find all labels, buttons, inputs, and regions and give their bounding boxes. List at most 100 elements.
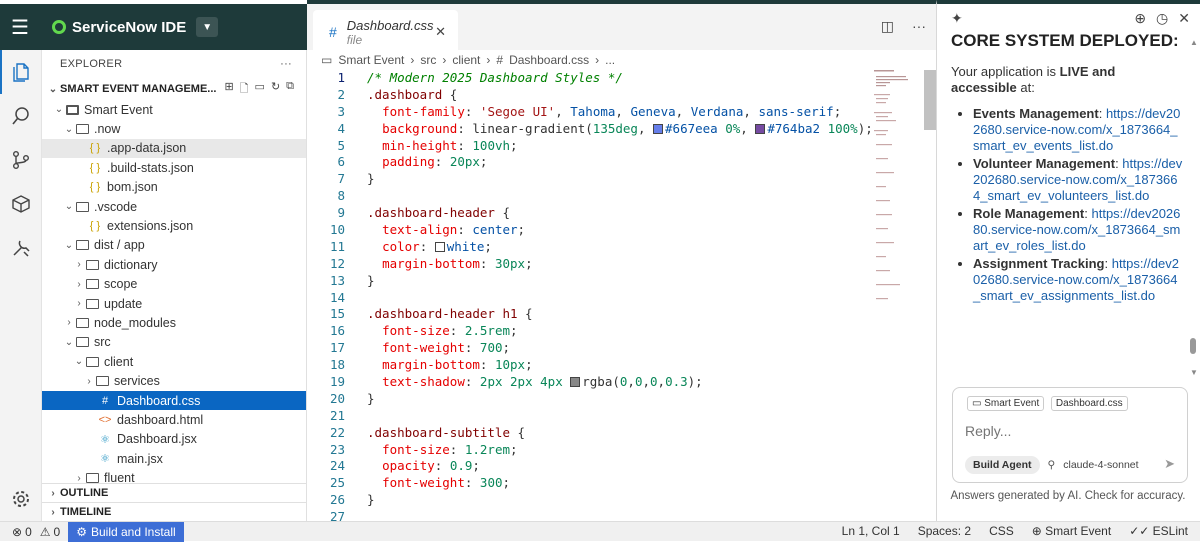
- code-line[interactable]: text-shadow: 2px 2px 4px rgba(0,0,0,0.3)…: [367, 374, 873, 391]
- tree-item[interactable]: › dictionary: [42, 255, 306, 274]
- tree-item[interactable]: { } bom.json: [42, 178, 306, 197]
- code-line[interactable]: .dashboard-header {: [367, 205, 873, 222]
- code-line[interactable]: color: white;: [367, 239, 873, 256]
- tab-dashboard-css[interactable]: # Dashboard.css file ✕: [313, 10, 458, 54]
- code-line[interactable]: padding: 20px;: [367, 154, 873, 171]
- tree-item[interactable]: <> dashboard.html: [42, 410, 306, 429]
- outline-section[interactable]: › OUTLINE: [42, 483, 306, 502]
- settings-gear-icon[interactable]: [0, 477, 42, 521]
- minimap[interactable]: [872, 68, 912, 308]
- split-editor-icon[interactable]: ◫: [881, 18, 894, 35]
- source-control-icon[interactable]: [0, 138, 42, 182]
- error-count[interactable]: 0: [25, 525, 32, 539]
- code-editor[interactable]: 1 2 3 4 5 6 7 8 9 10 11 12 13 14 15 16 17 18 19 20 21 22 23 24 2…: [307, 70, 936, 521]
- breadcrumb-item[interactable]: Dashboard.css: [509, 53, 589, 67]
- code-line[interactable]: text-align: center;: [367, 222, 873, 239]
- tree-item[interactable]: › update: [42, 294, 306, 313]
- code-line[interactable]: background: linear-gradient(135deg, #667…: [367, 121, 873, 138]
- color-swatch[interactable]: [755, 123, 766, 134]
- cube-icon[interactable]: [0, 182, 42, 226]
- close-tab-icon[interactable]: ✕: [435, 24, 446, 40]
- tree-item[interactable]: › services: [42, 371, 306, 390]
- collapse-all-icon[interactable]: ⧉: [286, 80, 294, 99]
- code-line[interactable]: .dashboard {: [367, 87, 873, 104]
- warning-count[interactable]: 0: [54, 525, 61, 539]
- tree-item[interactable]: { } .app-data.json: [42, 138, 306, 159]
- indentation[interactable]: Spaces: 2: [918, 524, 971, 538]
- tree-item[interactable]: ⌄ .now: [42, 119, 306, 138]
- code-line[interactable]: .dashboard-header h1 {: [367, 306, 873, 323]
- code-line[interactable]: font-size: 1.2rem;: [367, 442, 873, 459]
- cursor-position[interactable]: Ln 1, Col 1: [842, 524, 900, 538]
- more-actions-icon[interactable]: ···: [912, 18, 926, 35]
- code-line[interactable]: font-family: 'Segoe UI', Tahoma, Geneva,…: [367, 104, 873, 121]
- color-swatch[interactable]: [570, 377, 581, 388]
- code-line[interactable]: [367, 509, 873, 521]
- tree-item[interactable]: ⚛ Dashboard.jsx: [42, 430, 306, 449]
- tree-item[interactable]: ⌄ src: [42, 333, 306, 352]
- editor-scrollbar[interactable]: [924, 70, 936, 130]
- code-line[interactable]: font-weight: 300;: [367, 475, 873, 492]
- code-line[interactable]: .dashboard-subtitle {: [367, 425, 873, 442]
- color-swatch[interactable]: [434, 241, 445, 252]
- tree-item[interactable]: ⌄ dist / app: [42, 236, 306, 255]
- code-line[interactable]: }: [367, 391, 873, 408]
- breadcrumb-item[interactable]: client: [452, 53, 480, 67]
- code-line[interactable]: }: [367, 273, 873, 290]
- code-line[interactable]: opacity: 0.9;: [367, 458, 873, 475]
- tree-item[interactable]: ⌄ .vscode: [42, 197, 306, 216]
- new-record-icon[interactable]: ⊞: [224, 80, 233, 99]
- color-swatch[interactable]: [653, 123, 664, 134]
- tree-item[interactable]: ⌄ client: [42, 352, 306, 371]
- app-scope[interactable]: ⊕ Smart Event: [1032, 524, 1111, 538]
- warning-icon[interactable]: ⚠: [40, 525, 51, 539]
- eslint-status[interactable]: ✓✓ ESLint: [1129, 524, 1188, 538]
- code-line[interactable]: [367, 408, 873, 425]
- code-line[interactable]: [367, 188, 873, 205]
- breadcrumb-item[interactable]: Smart Event: [338, 53, 404, 67]
- tree-item[interactable]: { } .build-stats.json: [42, 158, 306, 177]
- context-chip[interactable]: ▭ Smart Event: [967, 396, 1045, 411]
- close-icon[interactable]: ✕: [1178, 10, 1190, 27]
- app-dropdown-button[interactable]: ▼: [196, 17, 219, 37]
- new-file-icon[interactable]: 🗋: [240, 80, 249, 99]
- reply-input[interactable]: [965, 423, 1165, 439]
- code-line[interactable]: [367, 290, 873, 307]
- code-line[interactable]: font-weight: 700;: [367, 340, 873, 357]
- code-line[interactable]: }: [367, 171, 873, 188]
- code-line[interactable]: margin-bottom: 30px;: [367, 256, 873, 273]
- context-chip[interactable]: Dashboard.css: [1050, 396, 1128, 411]
- new-folder-icon[interactable]: ▭: [255, 80, 265, 99]
- search-icon[interactable]: [0, 94, 42, 138]
- tree-item[interactable]: ⚛ main.jsx: [42, 449, 306, 468]
- send-icon[interactable]: ➤: [1164, 456, 1175, 472]
- chat-scrollbar[interactable]: ▲ ▼: [1190, 38, 1198, 378]
- history-icon[interactable]: ◷: [1156, 10, 1168, 27]
- project-row[interactable]: ⌄ SMART EVENT MANAGEME... ⊞ 🗋 ▭ ↻ ⧉: [42, 78, 306, 100]
- more-actions-icon[interactable]: ···: [280, 58, 292, 70]
- tree-item[interactable]: { } extensions.json: [42, 216, 306, 235]
- build-install-button[interactable]: ⚙ Build and Install: [68, 521, 184, 542]
- tools-icon[interactable]: [0, 226, 42, 270]
- model-selector[interactable]: claude-4-sonnet: [1063, 459, 1138, 471]
- tree-item[interactable]: ⌄ Smart Event: [42, 100, 306, 119]
- code-line[interactable]: /* Modern 2025 Dashboard Styles */: [367, 70, 873, 87]
- tree-item[interactable]: › node_modules: [42, 313, 306, 332]
- code-line[interactable]: margin-bottom: 10px;: [367, 357, 873, 374]
- breadcrumb-item[interactable]: src: [420, 53, 436, 67]
- code-line[interactable]: font-size: 2.5rem;: [367, 323, 873, 340]
- timeline-section[interactable]: › TIMELINE: [42, 502, 306, 521]
- error-icon[interactable]: ⊗: [12, 525, 22, 539]
- refresh-icon[interactable]: ↻: [271, 80, 280, 99]
- explorer-icon[interactable]: [0, 50, 42, 94]
- code-line[interactable]: min-height: 100vh;: [367, 138, 873, 155]
- mode-button[interactable]: Build Agent: [965, 456, 1040, 474]
- code-lines[interactable]: /* Modern 2025 Dashboard Styles */.dashb…: [367, 70, 873, 521]
- new-chat-icon[interactable]: ⊕: [1134, 10, 1146, 27]
- breadcrumb-item[interactable]: ...: [605, 53, 615, 67]
- menu-icon[interactable]: ☰: [0, 4, 40, 50]
- tree-item[interactable]: › scope: [42, 275, 306, 294]
- language-mode[interactable]: CSS: [989, 524, 1014, 538]
- code-line[interactable]: }: [367, 492, 873, 509]
- tree-item[interactable]: # Dashboard.css: [42, 390, 306, 411]
